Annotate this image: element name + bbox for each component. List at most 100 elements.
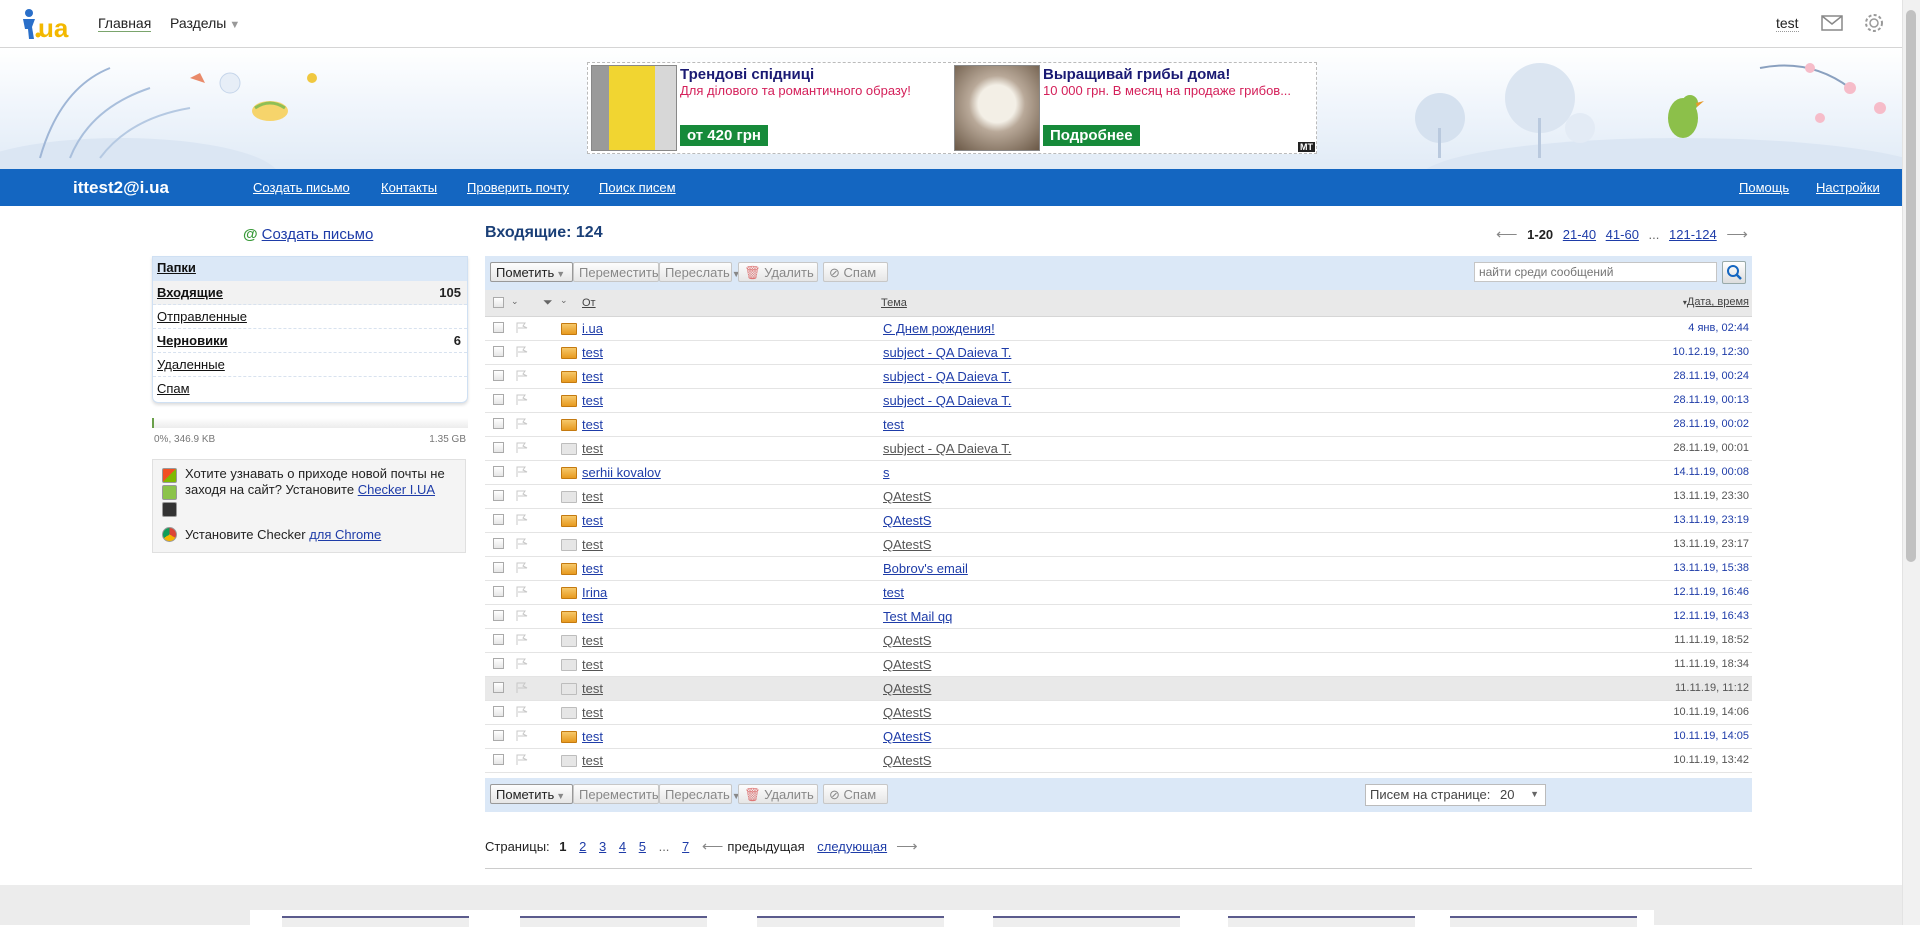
message-subject[interactable]: subject - QA Daieva T. (883, 369, 1011, 384)
table-row[interactable]: test test 28.11.19, 00:02 (485, 413, 1752, 437)
chevron-down-icon[interactable]: ⌄ (511, 296, 519, 307)
select-all-checkbox[interactable] (493, 297, 504, 308)
flag-icon[interactable] (515, 754, 529, 769)
search-icon[interactable] (1722, 261, 1746, 284)
folder-drafts[interactable]: Черновики 6 (153, 329, 467, 353)
folder-spam[interactable]: Спам (153, 377, 467, 400)
filter-icon[interactable]: ⏷ (543, 295, 553, 310)
promo-thumb[interactable] (757, 916, 944, 927)
arrow-left-icon[interactable]: ⟵ (1496, 226, 1518, 243)
folder-name[interactable]: Отправленные (157, 309, 247, 324)
message-subject[interactable]: QAtestS (883, 489, 931, 504)
nav-main[interactable]: Главная (98, 15, 152, 32)
message-from[interactable]: test (582, 681, 603, 696)
ad-1-button[interactable]: от 420 грн (680, 125, 768, 146)
message-subject[interactable]: QAtestS (883, 729, 931, 744)
row-checkbox[interactable] (493, 538, 504, 549)
promo-thumb[interactable] (993, 916, 1180, 927)
folder-inbox[interactable]: Входящие 105 (153, 281, 467, 305)
message-from[interactable]: test (582, 417, 603, 432)
table-row[interactable]: test subject - QA Daieva T. 28.11.19, 00:0… (485, 437, 1752, 461)
message-from[interactable]: test (582, 633, 603, 648)
compose-link[interactable]: Создать письмо (262, 226, 374, 243)
chevron-down-icon[interactable]: ⌄ (560, 295, 568, 306)
row-checkbox[interactable] (493, 418, 504, 429)
page-link[interactable]: 5 (639, 839, 646, 854)
message-subject[interactable]: QAtestS (883, 753, 931, 768)
flag-icon[interactable] (515, 442, 529, 457)
ad-1-desc[interactable]: Для ділового та романтичного образу! (680, 83, 911, 98)
arrow-right-icon[interactable]: ⟶ (896, 838, 918, 855)
row-checkbox[interactable] (493, 370, 504, 381)
nav-sections[interactable]: Разделы ▼ (170, 15, 240, 31)
move-button[interactable]: Переместить▼ (573, 784, 670, 804)
column-from[interactable]: От (582, 297, 596, 309)
message-from[interactable]: Irina (582, 585, 607, 600)
page-link[interactable]: 4 (619, 839, 626, 854)
delete-button[interactable]: 🗑 Удалить (738, 262, 818, 282)
mark-button[interactable]: Пометить ▼ (490, 262, 573, 282)
compose-link-block[interactable]: @ Создать письмо (243, 226, 373, 243)
folder-sent[interactable]: Отправленные (153, 305, 467, 329)
message-subject[interactable]: QAtestS (883, 537, 931, 552)
page-link[interactable]: 2 (579, 839, 586, 854)
spam-button[interactable]: ⊘ Спам (823, 784, 888, 804)
row-checkbox[interactable] (493, 706, 504, 717)
flag-icon[interactable] (515, 514, 529, 529)
row-checkbox[interactable] (493, 754, 504, 765)
message-subject[interactable]: s (883, 465, 890, 480)
flag-icon[interactable] (515, 370, 529, 385)
flag-icon[interactable] (515, 322, 529, 337)
pager-page[interactable]: 41-60 (1606, 227, 1639, 242)
folder-name[interactable]: Черновики (157, 333, 228, 348)
move-button[interactable]: Переместить▼ (573, 262, 670, 282)
message-from[interactable]: test (582, 393, 603, 408)
ad-2-title[interactable]: Выращивай грибы дома! (1043, 66, 1230, 83)
row-checkbox[interactable] (493, 394, 504, 405)
table-row[interactable]: test QAtestS 11.11.19, 18:34 (485, 653, 1752, 677)
row-checkbox[interactable] (493, 442, 504, 453)
ad-image-skirt[interactable] (591, 65, 677, 151)
message-from[interactable]: test (582, 705, 603, 720)
per-page-select[interactable]: Писем на странице: 20 ▼ (1365, 784, 1546, 806)
android-icon[interactable] (162, 485, 177, 500)
message-from[interactable]: test (582, 345, 603, 360)
message-subject[interactable]: QAtestS (883, 513, 931, 528)
column-subject[interactable]: Тема (881, 297, 907, 309)
message-subject[interactable]: test (883, 585, 904, 600)
chrome-icon[interactable] (162, 527, 177, 542)
nav-help[interactable]: Помощь (1739, 180, 1789, 195)
promo-thumb[interactable] (1450, 916, 1637, 927)
mark-button[interactable]: Пометить ▼ (490, 784, 573, 804)
flag-icon[interactable] (515, 658, 529, 673)
message-subject[interactable]: QAtestS (883, 657, 931, 672)
flag-icon[interactable] (515, 490, 529, 505)
folders-title[interactable]: Папки (157, 260, 196, 275)
flag-icon[interactable] (515, 730, 529, 745)
table-row[interactable]: test subject - QA Daieva T. 28.11.19, 00:1… (485, 389, 1752, 413)
message-from[interactable]: serhii kovalov (582, 465, 661, 480)
folder-name[interactable]: Спам (157, 381, 190, 396)
row-checkbox[interactable] (493, 658, 504, 669)
iua-logo[interactable]: ua (20, 7, 78, 43)
flag-icon[interactable] (515, 394, 529, 409)
message-from[interactable]: test (582, 657, 603, 672)
ad-1-title[interactable]: Трендові спідниці (680, 66, 814, 83)
windows-icon[interactable] (162, 468, 177, 483)
message-subject[interactable]: QAtestS (883, 705, 931, 720)
promo-thumb[interactable] (520, 916, 707, 927)
row-checkbox[interactable] (493, 562, 504, 573)
apple-icon[interactable] (162, 502, 177, 517)
spam-button[interactable]: ⊘ Спам (823, 262, 888, 282)
search-input[interactable] (1474, 262, 1717, 282)
message-subject[interactable]: С Днем рождения! (883, 321, 995, 336)
pager-page[interactable]: 121-124 (1669, 227, 1717, 242)
flag-icon[interactable] (515, 346, 529, 361)
ad-network-logo[interactable]: MT (1298, 142, 1315, 152)
row-checkbox[interactable] (493, 634, 504, 645)
row-checkbox[interactable] (493, 514, 504, 525)
page-link[interactable]: 7 (682, 839, 689, 854)
table-row[interactable]: test Bobrov's email 13.11.19, 15:38 (485, 557, 1752, 581)
message-subject[interactable]: Bobrov's email (883, 561, 968, 576)
flag-icon[interactable] (515, 418, 529, 433)
